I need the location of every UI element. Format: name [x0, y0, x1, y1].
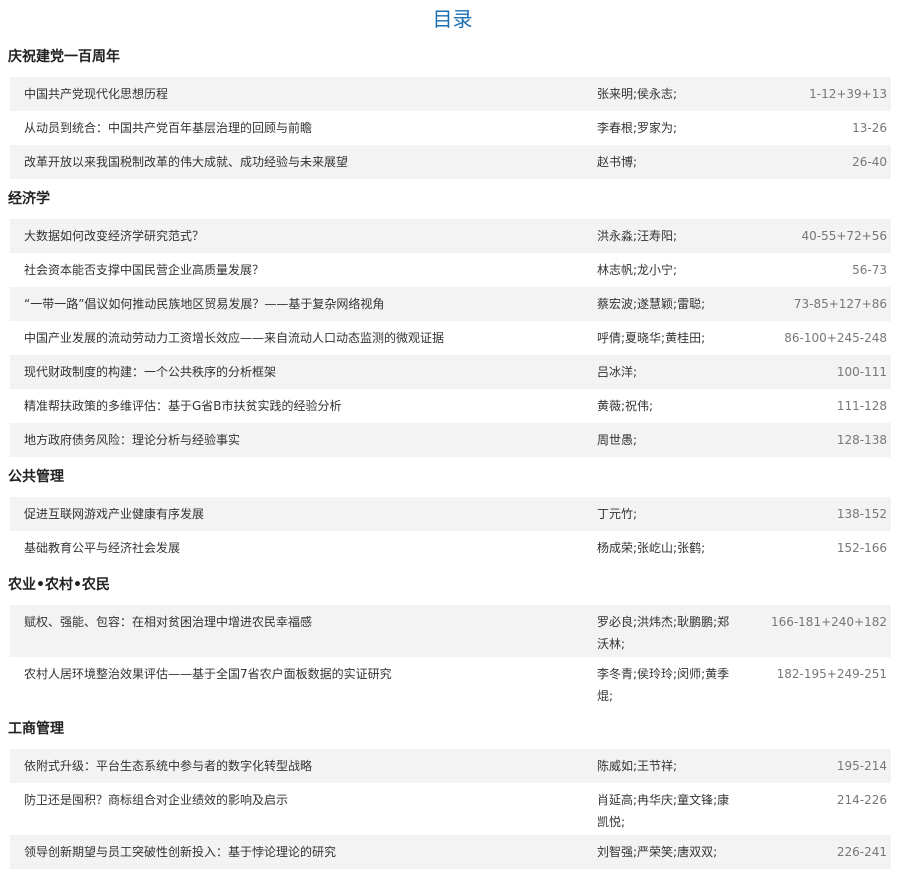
article-row: 赋权、强能、包容：在相对贫困治理中增进农民幸福感 罗必良;洪炜杰;耿鹏鹏;郑沃林;…	[10, 605, 891, 657]
article-row: 大数据如何改变经济学研究范式？ 洪永淼;汪寿阳; 40-55+72+56	[10, 219, 891, 253]
article-row: 地方政府债务风险：理论分析与经验事实 周世愚; 128-138	[10, 423, 891, 457]
article-authors: 周世愚;	[597, 433, 638, 447]
article-row: 基础教育公平与经济社会发展 杨成荣;张屹山;张鹤; 152-166	[10, 531, 891, 565]
article-pages: 86-100+245-248	[784, 331, 887, 345]
section-heading: 庆祝建党一百周年	[8, 49, 120, 65]
article-pages: 1-12+39+13	[809, 87, 887, 101]
article-row: 现代财政制度的构建：一个公共秩序的分析框架 吕冰洋; 100-111	[10, 355, 891, 389]
article-pages: 40-55+72+56	[801, 229, 887, 243]
article-authors: 洪永淼;汪寿阳;	[597, 229, 678, 243]
article-list: 赋权、强能、包容：在相对贫困治理中增进农民幸福感 罗必良;洪炜杰;耿鹏鹏;郑沃林;…	[10, 605, 891, 709]
article-authors: 丁元竹;	[597, 507, 638, 521]
article-title-link[interactable]: 现代财政制度的构建：一个公共秩序的分析框架	[10, 361, 597, 383]
article-title-link[interactable]: 改革开放以来我国税制改革的伟大成就、成功经验与未来展望	[10, 151, 597, 173]
article-pages: 182-195+249-251	[776, 667, 887, 681]
article-pages: 13-26	[852, 121, 887, 135]
article-authors: 肖延高;冉华庆;童文锋;康凯悦;	[597, 793, 730, 829]
article-title-link[interactable]: 精准帮扶政策的多维评估：基于G省B市扶贫实践的经验分析	[10, 395, 597, 417]
article-authors: 李春根;罗家为;	[597, 121, 678, 135]
article-authors: 蔡宏波;遂慧颖;雷聪;	[597, 297, 706, 311]
article-title-link[interactable]: 领导创新期望与员工突破性创新投入：基于悖论理论的研究	[10, 841, 597, 863]
article-title-link[interactable]: 基础教育公平与经济社会发展	[10, 537, 597, 559]
section-heading: 工商管理	[8, 721, 64, 737]
article-pages: 166-181+240+182	[770, 615, 887, 629]
article-pages: 152-166	[836, 541, 887, 555]
article-pages: 128-138	[836, 433, 887, 447]
article-title-link[interactable]: 促进互联网游戏产业健康有序发展	[10, 503, 597, 525]
article-row: 社会资本能否支撑中国民营企业高质量发展？ 林志帆;龙小宁; 56-73	[10, 253, 891, 287]
article-list: 中国共产党现代化思想历程 张来明;侯永志; 1-12+39+13 从动员到统合：中国共…	[10, 77, 891, 179]
article-authors: 张来明;侯永志;	[597, 87, 678, 101]
article-title-link[interactable]: 中国产业发展的流动劳动力工资增长效应——来自流动人口动态监测的微观证据	[10, 327, 597, 349]
article-pages: 73-85+127+86	[793, 297, 887, 311]
article-authors: 杨成荣;张屹山;张鹤;	[597, 541, 706, 555]
article-authors: 罗必良;洪炜杰;耿鹏鹏;郑沃林;	[597, 615, 730, 651]
article-row: 防卫还是囤积？商标组合对企业绩效的影响及启示 肖延高;冉华庆;童文锋;康凯悦; 21…	[10, 783, 891, 835]
page-title: 目录	[432, 7, 473, 31]
article-authors: 赵书博;	[597, 155, 638, 169]
toc-page: 目录 庆祝建党一百周年中国共产党现代化思想历程 张来明;侯永志; 1-12+39+1…	[0, 0, 905, 875]
section-heading: 农业•农村•农民	[8, 577, 110, 593]
article-pages: 214-226	[836, 793, 887, 807]
article-authors: 黄薇;祝伟;	[597, 399, 654, 413]
article-title-link[interactable]: 地方政府债务风险：理论分析与经验事实	[10, 429, 597, 451]
article-pages: 26-40	[852, 155, 887, 169]
article-pages: 111-128	[836, 399, 887, 413]
article-row: 领导创新期望与员工突破性创新投入：基于悖论理论的研究 刘智强;严荣笑;唐双双; 22…	[10, 835, 891, 869]
article-authors: 呼倩;夏晓华;黄桂田;	[597, 331, 706, 345]
article-authors: 李冬青;侯玲玲;闵师;黄季焜;	[597, 667, 730, 703]
article-row: 中国产业发展的流动劳动力工资增长效应——来自流动人口动态监测的微观证据 呼倩;夏晓…	[10, 321, 891, 355]
article-title-link[interactable]: 从动员到统合：中国共产党百年基层治理的回顾与前瞻	[10, 117, 597, 139]
toc-container: 庆祝建党一百周年中国共产党现代化思想历程 张来明;侯永志; 1-12+39+13 从动…	[0, 37, 905, 869]
article-title-link[interactable]: 防卫还是囤积？商标组合对企业绩效的影响及启示	[10, 789, 597, 811]
article-pages: 138-152	[836, 507, 887, 521]
article-row: 依附式升级：平台生态系统中参与者的数字化转型战略 陈威如;王节祥; 195-214	[10, 749, 891, 783]
section-heading: 经济学	[8, 191, 50, 207]
article-list: 大数据如何改变经济学研究范式？ 洪永淼;汪寿阳; 40-55+72+56 社会资本能否…	[10, 219, 891, 457]
article-list: 促进互联网游戏产业健康有序发展 丁元竹; 138-152 基础教育公平与经济社会发展杨…	[10, 497, 891, 565]
article-title-link[interactable]: 赋权、强能、包容：在相对贫困治理中增进农民幸福感	[10, 611, 597, 633]
article-title-link[interactable]: 农村人居环境整治效果评估——基于全国7省农户面板数据的实证研究	[10, 663, 597, 685]
article-title-link[interactable]: 大数据如何改变经济学研究范式？	[10, 225, 597, 247]
article-row: 中国共产党现代化思想历程 张来明;侯永志; 1-12+39+13	[10, 77, 891, 111]
article-authors: 吕冰洋;	[597, 365, 638, 379]
article-row: 精准帮扶政策的多维评估：基于G省B市扶贫实践的经验分析 黄薇;祝伟; 111-128	[10, 389, 891, 423]
article-row: 促进互联网游戏产业健康有序发展 丁元竹; 138-152	[10, 497, 891, 531]
article-authors: 林志帆;龙小宁;	[597, 263, 678, 277]
article-row: 农村人居环境整治效果评估——基于全国7省农户面板数据的实证研究 李冬青;侯玲玲;闵…	[10, 657, 891, 709]
section-heading: 公共管理	[8, 469, 64, 485]
article-title-link[interactable]: “一带一路”倡议如何推动民族地区贸易发展？——基于复杂网络视角	[10, 293, 597, 315]
article-row: 从动员到统合：中国共产党百年基层治理的回顾与前瞻 李春根;罗家为; 13-26	[10, 111, 891, 145]
article-list: 依附式升级：平台生态系统中参与者的数字化转型战略 陈威如;王节祥; 195-214 防…	[10, 749, 891, 869]
article-title-link[interactable]: 社会资本能否支撑中国民营企业高质量发展？	[10, 259, 597, 281]
article-pages: 56-73	[852, 263, 887, 277]
article-pages: 195-214	[836, 759, 887, 773]
article-authors: 刘智强;严荣笑;唐双双;	[597, 845, 718, 859]
article-authors: 陈威如;王节祥;	[597, 759, 678, 773]
article-title-link[interactable]: 依附式升级：平台生态系统中参与者的数字化转型战略	[10, 755, 597, 777]
article-title-link[interactable]: 中国共产党现代化思想历程	[10, 83, 597, 105]
article-pages: 226-241	[836, 845, 887, 859]
article-row: “一带一路”倡议如何推动民族地区贸易发展？——基于复杂网络视角 蔡宏波;遂慧颖;雷…	[10, 287, 891, 321]
article-row: 改革开放以来我国税制改革的伟大成就、成功经验与未来展望 赵书博; 26-40	[10, 145, 891, 179]
article-pages: 100-111	[836, 365, 887, 379]
